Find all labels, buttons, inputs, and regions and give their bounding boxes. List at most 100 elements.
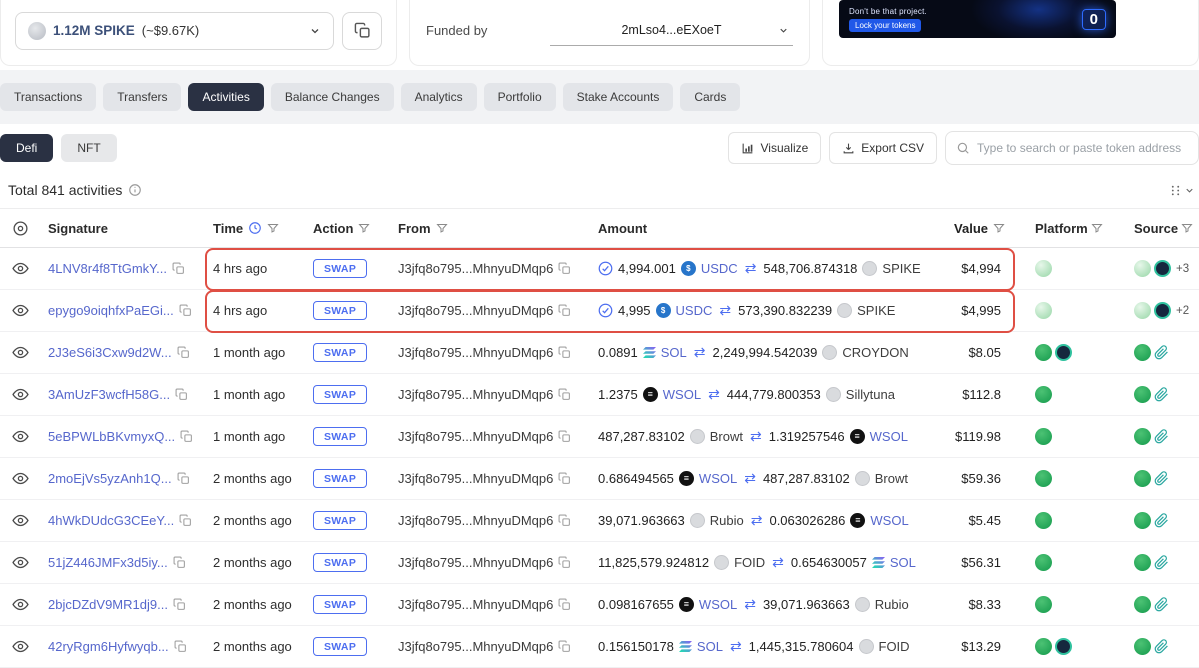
- tab-analytics[interactable]: Analytics: [401, 83, 477, 111]
- platform-icon-green[interactable]: [1035, 386, 1052, 403]
- funded-by-dropdown[interactable]: 2mLso4...eEXoeT: [550, 16, 793, 46]
- from-address-link[interactable]: J3jfq8o795...MhnyuDMqp6: [398, 261, 553, 276]
- token-name[interactable]: SPIKE: [882, 261, 920, 276]
- source-extra-count[interactable]: +3: [1176, 263, 1189, 275]
- copy-icon[interactable]: [558, 388, 571, 401]
- eye-icon[interactable]: [12, 344, 29, 361]
- info-icon[interactable]: [128, 183, 142, 197]
- from-address-link[interactable]: J3jfq8o795...MhnyuDMqp6: [398, 471, 553, 486]
- tab-activities[interactable]: Activities: [188, 83, 263, 111]
- ad-cta-button[interactable]: Lock your tokens: [849, 19, 921, 32]
- from-address-link[interactable]: J3jfq8o795...MhnyuDMqp6: [398, 639, 553, 654]
- platform-icon-dark[interactable]: [1154, 302, 1171, 319]
- platform-icon-green[interactable]: [1035, 638, 1052, 655]
- attachment-icon[interactable]: [1154, 555, 1169, 570]
- swap-action-badge[interactable]: SWAP: [313, 259, 367, 278]
- swap-action-badge[interactable]: SWAP: [313, 595, 367, 614]
- swap-action-badge[interactable]: SWAP: [313, 385, 367, 404]
- copy-icon[interactable]: [558, 556, 571, 569]
- eye-icon[interactable]: [12, 302, 29, 319]
- copy-icon[interactable]: [177, 346, 190, 359]
- signature-link[interactable]: 5eBPWLbBKvmyxQ...: [48, 429, 175, 444]
- tab-transactions[interactable]: Transactions: [0, 83, 96, 111]
- eye-icon[interactable]: [12, 512, 29, 529]
- token-name[interactable]: WSOL: [870, 513, 908, 528]
- token-name[interactable]: SOL: [697, 639, 723, 654]
- filter-icon[interactable]: [358, 222, 370, 234]
- platform-icon-green[interactable]: [1035, 554, 1052, 571]
- copy-icon[interactable]: [558, 472, 571, 485]
- column-settings-control[interactable]: [1169, 184, 1199, 197]
- signature-link[interactable]: 2J3eS6i3Cxw9d2W...: [48, 345, 172, 360]
- from-address-link[interactable]: J3jfq8o795...MhnyuDMqp6: [398, 345, 553, 360]
- platform-icon-mint[interactable]: [1134, 260, 1151, 277]
- copy-icon[interactable]: [558, 598, 571, 611]
- from-address-link[interactable]: J3jfq8o795...MhnyuDMqp6: [398, 555, 553, 570]
- signature-link[interactable]: 42ryRgm6Hyfwyqb...: [48, 639, 169, 654]
- platform-icon-green[interactable]: [1134, 428, 1151, 445]
- swap-action-badge[interactable]: SWAP: [313, 553, 367, 572]
- tab-stake-accounts[interactable]: Stake Accounts: [563, 83, 674, 111]
- tab-portfolio[interactable]: Portfolio: [484, 83, 556, 111]
- swap-action-badge[interactable]: SWAP: [313, 427, 367, 446]
- token-name[interactable]: WSOL: [870, 429, 908, 444]
- eye-icon[interactable]: [12, 638, 29, 655]
- attachment-icon[interactable]: [1154, 429, 1169, 444]
- token-name[interactable]: SPIKE: [857, 303, 895, 318]
- swap-action-badge[interactable]: SWAP: [313, 301, 367, 320]
- tab-cards[interactable]: Cards: [680, 83, 740, 111]
- signature-link[interactable]: 3AmUzF3wcfH58G...: [48, 387, 170, 402]
- token-selector-dropdown[interactable]: 1.12M SPIKE (~$9.67K): [15, 12, 334, 50]
- signature-link[interactable]: 4LNV8r4f8TtGmkY...: [48, 261, 167, 276]
- filter-nft[interactable]: NFT: [61, 134, 116, 162]
- copy-icon[interactable]: [558, 430, 571, 443]
- attachment-icon[interactable]: [1154, 597, 1169, 612]
- swap-action-badge[interactable]: SWAP: [313, 343, 367, 362]
- token-name[interactable]: CROYDON: [842, 345, 908, 360]
- platform-icon-green[interactable]: [1035, 344, 1052, 361]
- copy-icon[interactable]: [558, 346, 571, 359]
- platform-icon-green[interactable]: [1134, 470, 1151, 487]
- filter-icon[interactable]: [1091, 222, 1103, 234]
- copy-icon[interactable]: [173, 556, 186, 569]
- ad-banner[interactable]: Don't be that project. Lock your tokens …: [839, 0, 1116, 38]
- attachment-icon[interactable]: [1154, 387, 1169, 402]
- copy-icon[interactable]: [558, 304, 571, 317]
- token-name[interactable]: Browt: [875, 471, 908, 486]
- eye-icon[interactable]: [12, 428, 29, 445]
- platform-icon-mint[interactable]: [1035, 302, 1052, 319]
- filter-icon[interactable]: [993, 222, 1005, 234]
- platform-icon-green[interactable]: [1134, 554, 1151, 571]
- token-name[interactable]: USDC: [701, 261, 738, 276]
- attachment-icon[interactable]: [1154, 471, 1169, 486]
- platform-icon-green[interactable]: [1035, 428, 1052, 445]
- copy-icon[interactable]: [558, 262, 571, 275]
- copy-icon[interactable]: [179, 304, 192, 317]
- platform-icon-green[interactable]: [1134, 386, 1151, 403]
- token-name[interactable]: FOID: [879, 639, 910, 654]
- platform-icon-mint[interactable]: [1035, 260, 1052, 277]
- filter-icon[interactable]: [436, 222, 448, 234]
- copy-icon[interactable]: [558, 514, 571, 527]
- eye-icon[interactable]: [12, 554, 29, 571]
- token-name[interactable]: WSOL: [663, 387, 701, 402]
- from-address-link[interactable]: J3jfq8o795...MhnyuDMqp6: [398, 597, 553, 612]
- token-name[interactable]: SOL: [661, 345, 687, 360]
- token-name[interactable]: SOL: [890, 555, 916, 570]
- token-name[interactable]: Rubio: [710, 513, 744, 528]
- swap-action-badge[interactable]: SWAP: [313, 469, 367, 488]
- token-name[interactable]: USDC: [676, 303, 713, 318]
- token-name[interactable]: FOID: [734, 555, 765, 570]
- platform-icon-dark[interactable]: [1055, 344, 1072, 361]
- attachment-icon[interactable]: [1154, 513, 1169, 528]
- tab-transfers[interactable]: Transfers: [103, 83, 181, 111]
- signature-link[interactable]: 51jZ446JMFx3d5iy...: [48, 555, 168, 570]
- search-input[interactable]: [977, 141, 1188, 155]
- filter-icon[interactable]: [1181, 222, 1193, 234]
- eye-icon[interactable]: [12, 386, 29, 403]
- filter-icon[interactable]: [267, 222, 279, 234]
- source-extra-count[interactable]: +2: [1176, 305, 1189, 317]
- platform-icon-dark[interactable]: [1154, 260, 1171, 277]
- from-address-link[interactable]: J3jfq8o795...MhnyuDMqp6: [398, 303, 553, 318]
- platform-icon-green[interactable]: [1035, 512, 1052, 529]
